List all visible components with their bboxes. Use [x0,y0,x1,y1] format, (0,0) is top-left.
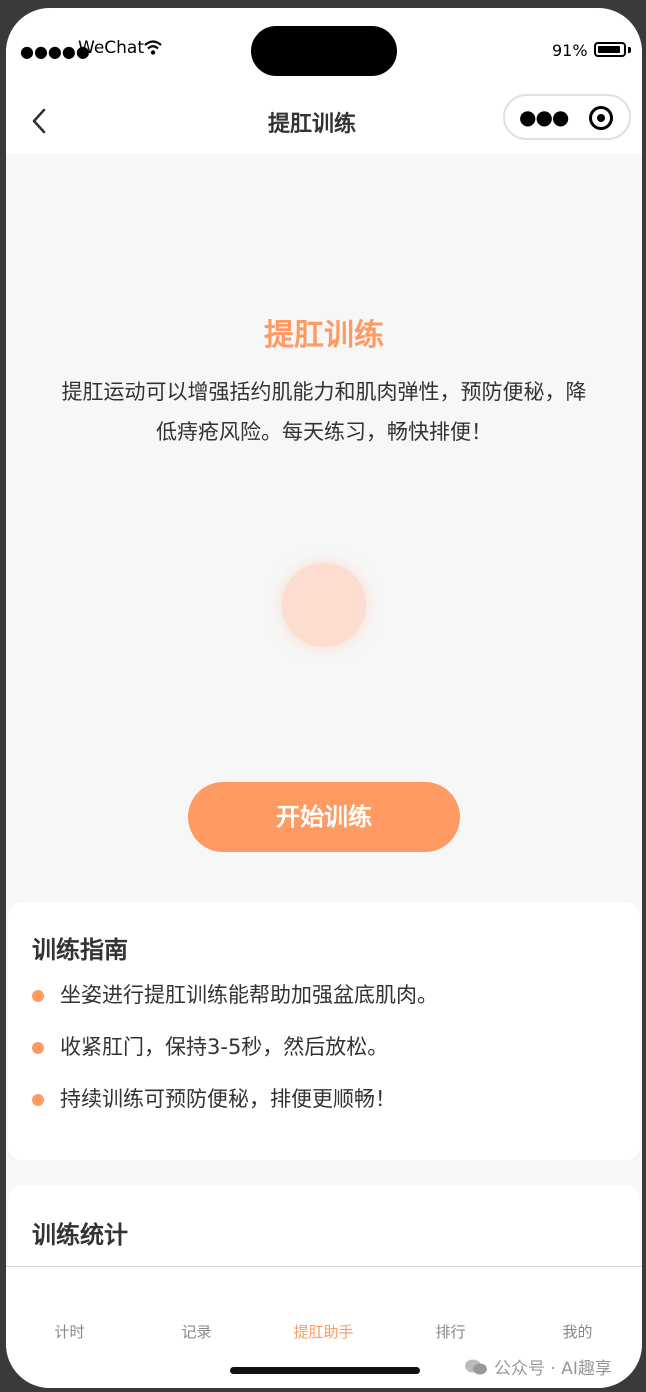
guide-item: 持续训练可预防便秘，排便更顺畅！ [32,1084,438,1136]
tab-mine[interactable]: 我的 [514,1321,641,1342]
guide-card: 训练指南 坐姿进行提肛训练能帮助加强盆底肌肉。 收紧肛门，保持3-5秒，然后放松… [8,902,640,1160]
status-bar: ●●●●● WeChat 91% [6,8,642,88]
battery-icon [594,42,626,57]
tab-records[interactable]: 记录 [133,1321,260,1342]
battery-fill [598,46,620,53]
start-training-button[interactable]: 开始训练 [188,782,460,852]
battery-percent: 91% [552,41,588,60]
home-indicator[interactable] [230,1367,420,1374]
bullet-icon [32,1094,44,1106]
wechat-icon [465,1359,487,1374]
tab-timer[interactable]: 计时 [6,1321,133,1342]
stats-title: 训练统计 [32,1221,128,1249]
guide-item: 收紧肛门，保持3-5秒，然后放松。 [32,1032,438,1084]
guide-item: 坐姿进行提肛训练能帮助加强盆底肌肉。 [32,980,438,1032]
guide-item-text: 持续训练可预防便秘，排便更顺畅！ [60,1087,396,1111]
bullet-icon [32,1042,44,1054]
guide-item-text: 收紧肛门，保持3-5秒，然后放松。 [60,1035,389,1059]
nav-bar: 提肛训练 ●●● [6,88,642,154]
bullet-icon [32,990,44,1002]
phone-screen: ●●●●● WeChat 91% 提肛训练 ●●● 提肛训练 提肛运动可以增强括… [6,8,642,1388]
target-icon[interactable] [589,106,613,130]
battery-cap [628,47,631,53]
guide-title: 训练指南 [32,936,128,964]
hero-title: 提肛训练 [264,318,384,353]
dynamic-island [251,26,397,76]
mini-program-capsule: ●●● [503,94,631,140]
tab-assistant[interactable]: 提肛助手 [260,1321,387,1342]
watermark: 公众号 · AI趣享 [464,1354,612,1379]
carrier-label: WeChat [78,38,144,58]
breathing-circle [282,563,366,647]
more-dots-icon[interactable]: ●●● [519,105,569,129]
guide-item-text: 坐姿进行提肛训练能帮助加强盆底肌肉。 [60,983,438,1007]
hero-description: 提肛运动可以增强括约肌能力和肌肉弹性，预防便秘，降低痔疮风险。每天练习，畅快排便… [61,380,587,444]
tab-ranking[interactable]: 排行 [387,1321,514,1342]
watermark-text: 公众号 · AI趣享 [494,1359,612,1379]
wifi-icon [144,40,162,55]
guide-list: 坐姿进行提肛训练能帮助加强盆底肌肉。 收紧肛门，保持3-5秒，然后放松。 持续训… [32,980,438,1136]
